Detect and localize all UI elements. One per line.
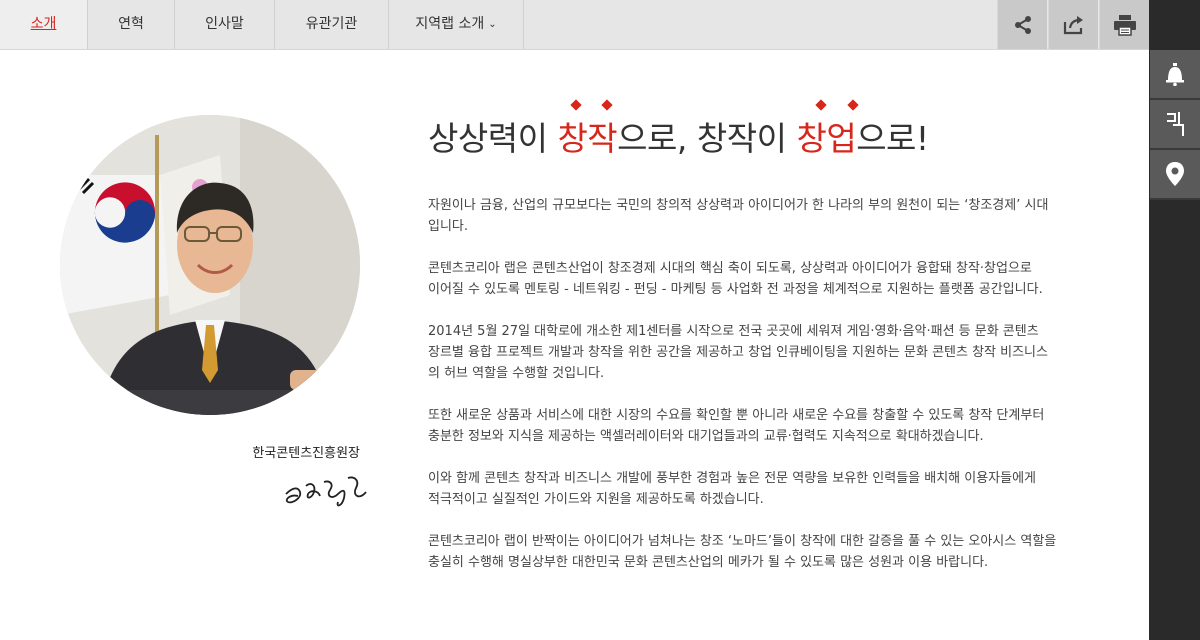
intro-paragraph-6: 콘텐츠코리아 랩이 반짝이는 아이디어가 넘쳐나는 창조 ‘노마드’들이 창작에… (428, 531, 1108, 573)
headline-part1: 상상력이 (428, 119, 558, 158)
paragraph-line: 적극적이고 실질적인 가이드와 지원을 제공하도록 하겠습니다. (428, 492, 764, 507)
paragraph-line: 자원이나 금융, 산업의 규모보다는 국민의 창의적 상상력과 아이디어가 한 … (428, 198, 1049, 213)
paragraph-line: 충분한 정보와 지식을 제공하는 액셀러레이터와 대기업들과의 교류·협력도 지… (428, 429, 984, 444)
export-button[interactable] (1048, 0, 1098, 49)
signature-image (285, 476, 367, 507)
headline-part3: 으로! (856, 119, 929, 158)
headline-highlight-1: 창작 (557, 119, 618, 158)
org-title: 한국콘텐츠진흥원장 (252, 446, 360, 461)
tab-greeting-label: 인사말 (205, 16, 244, 32)
emphasis-dot (601, 99, 613, 111)
bell-icon (1166, 63, 1184, 86)
building-button[interactable] (1150, 100, 1200, 150)
tab-intro-label: 소개 (30, 16, 57, 32)
intro-paragraph-4: 또한 새로운 상품과 서비스에 대한 시장의 수요를 확인할 뿐 아니라 새로운… (428, 405, 1108, 447)
share-icon (1014, 15, 1031, 34)
tab-regional-labs[interactable]: 지역랩 소개 ⌄ (389, 0, 524, 49)
paragraph-line: 장르별 융합 프로젝트 개발과 창작을 위한 공간을 제공하고 창업 인큐베이팅… (428, 345, 1048, 360)
intro-paragraph-3: 2014년 5월 27일 대학로에 개소한 제1센터를 시작으로 전국 곳곳에 … (428, 321, 1108, 384)
chevron-down-icon: ⌄ (488, 19, 497, 30)
tab-history[interactable]: 연혁 (88, 0, 175, 49)
emphasis-dot (815, 99, 827, 111)
share-button[interactable] (997, 0, 1047, 49)
paragraph-line: 또한 새로운 상품과 서비스에 대한 시장의 수요를 확인할 뿐 아니라 새로운… (428, 408, 1045, 423)
president-photo (60, 115, 360, 415)
print-button[interactable] (1099, 0, 1149, 49)
tab-regional-labs-label: 지역랩 소개 (415, 16, 485, 32)
emphasis-dot (847, 99, 859, 111)
location-button[interactable] (1150, 150, 1200, 200)
paragraph-line: 입니다. (428, 219, 469, 234)
intro-paragraph-1: 자원이나 금융, 산업의 규모보다는 국민의 창의적 상상력과 아이디어가 한 … (428, 195, 1108, 237)
paragraph-line: 콘텐츠코리아 랩이 반짝이는 아이디어가 넘쳐나는 창조 ‘노마드’들이 창작에… (428, 534, 1057, 549)
tab-history-label: 연혁 (118, 16, 144, 32)
print-icon (1113, 14, 1136, 36)
tab-related-orgs[interactable]: 유관기관 (275, 0, 389, 49)
headline-part2: 으로, 창작이 (617, 119, 797, 158)
location-pin-icon (1166, 162, 1184, 186)
intro-paragraph-2: 콘텐츠코리아 랩은 콘텐츠산업이 창조경제 시대의 핵심 축이 되도록, 상상력… (428, 258, 1108, 300)
paragraph-line: 충실히 수행해 명실상부한 대한민국 문화 콘텐츠산업의 메카가 될 수 있도록… (428, 555, 989, 570)
tab-greeting[interactable]: 인사말 (175, 0, 275, 49)
notification-button[interactable] (1150, 50, 1200, 100)
page-headline: 상상력이 창작으로, 창작이 창업으로! (428, 112, 929, 160)
top-navigation: 소개 연혁 인사말 유관기관 지역랩 소개 ⌄ (0, 0, 1149, 50)
paragraph-line: 이와 함께 콘텐츠 창작과 비즈니스 개발에 풍부한 경험과 높은 전문 역량을… (428, 471, 1037, 486)
paragraph-line: 콘텐츠코리아 랩은 콘텐츠산업이 창조경제 시대의 핵심 축이 되도록, 상상력… (428, 261, 1032, 276)
emphasis-dot (570, 99, 582, 111)
building-icon (1167, 112, 1184, 136)
paragraph-line: 의 허브 역할을 수행할 것입니다. (428, 366, 605, 381)
intro-paragraph-5: 이와 함께 콘텐츠 창작과 비즈니스 개발에 풍부한 경험과 높은 전문 역량을… (428, 468, 1108, 510)
tab-intro[interactable]: 소개 (0, 0, 88, 49)
side-rail (1149, 0, 1200, 640)
headline-highlight-2: 창업 (796, 119, 857, 158)
paragraph-line: 2014년 5월 27일 대학로에 개소한 제1센터를 시작으로 전국 곳곳에 … (428, 324, 1039, 339)
export-icon (1063, 15, 1083, 34)
tab-related-orgs-label: 유관기관 (305, 16, 358, 32)
paragraph-line: 이어질 수 있도록 멘토링 - 네트워킹 - 펀딩 - 마케팅 등 사업화 전 … (428, 282, 1043, 297)
